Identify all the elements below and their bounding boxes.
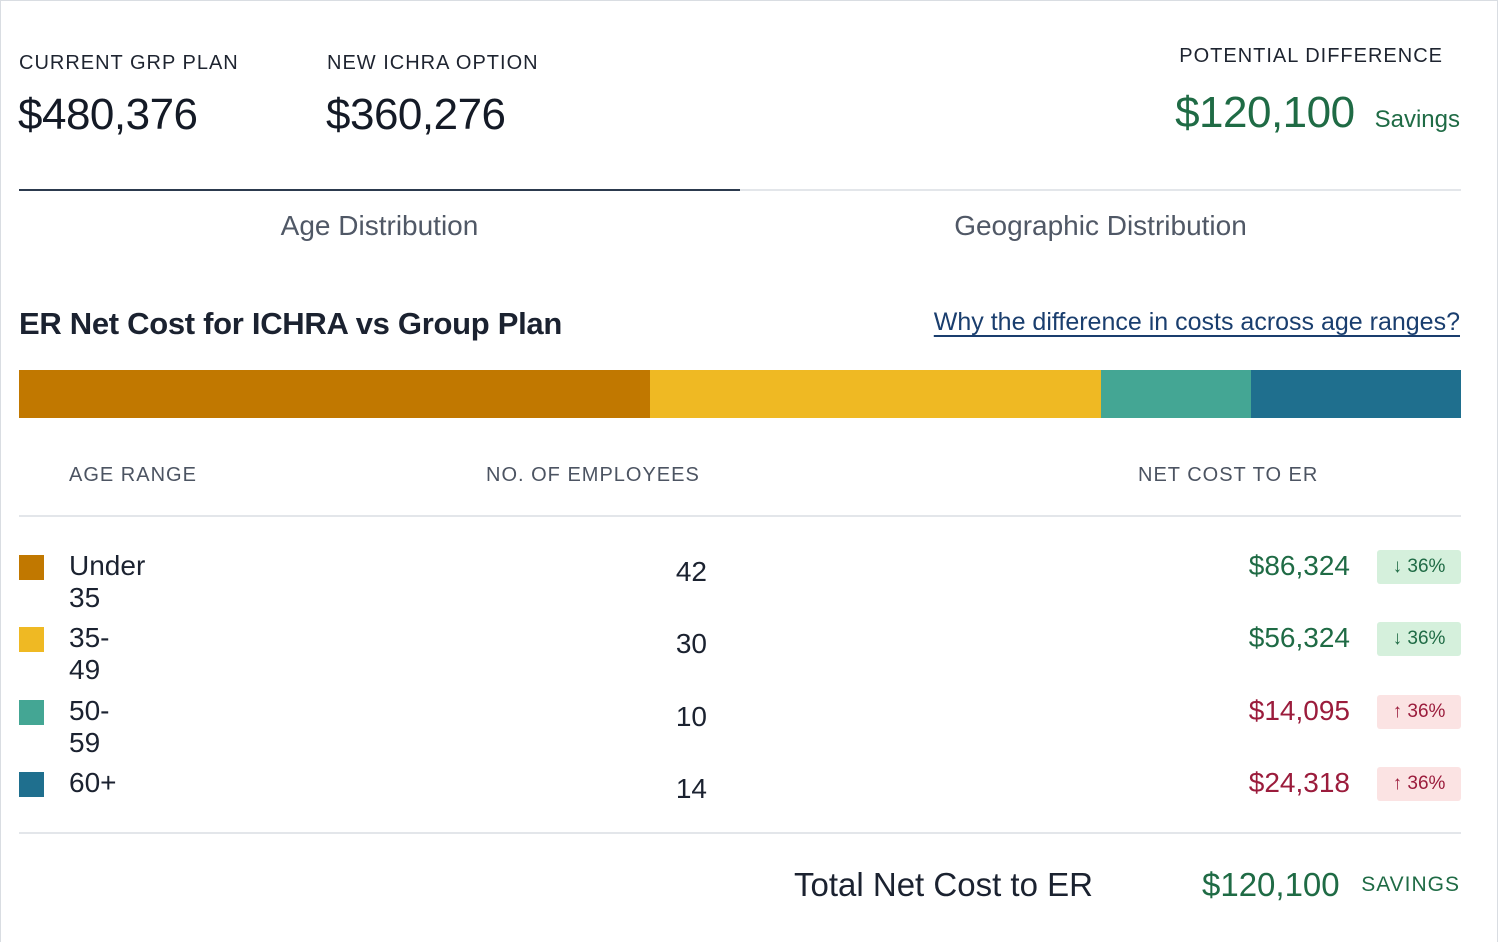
distribution-tabs: Age Distribution Geographic Distribution: [19, 189, 1461, 251]
new-option-label: NEW ICHRA OPTION: [327, 52, 539, 74]
bar-segment-under-35: [19, 370, 650, 418]
row-cost-60-plus: $24,318: [1248, 767, 1350, 798]
row-change-value: 36%: [1407, 628, 1446, 649]
potential-difference-group: $120,100 Savings: [1175, 88, 1460, 138]
row-age-35-49: 35-49: [69, 622, 110, 685]
row-cost-35-49: $56,324: [1248, 622, 1350, 653]
row-cost-50-59: $14,095: [1248, 695, 1350, 726]
arrow-up-icon: ↑: [1392, 773, 1403, 794]
header-employees: NO. OF EMPLOYEES: [486, 464, 700, 486]
row-employees-35-49: 30: [675, 628, 707, 659]
swatch-under-35: [19, 555, 44, 580]
swatch-35-49: [19, 627, 44, 652]
header-divider: [19, 515, 1461, 517]
cost-difference-help-link[interactable]: Why the difference in costs across age r…: [934, 308, 1460, 337]
row-employees-50-59: 10: [675, 701, 707, 732]
potential-difference-note: Savings: [1374, 106, 1460, 133]
total-divider: [19, 832, 1461, 834]
row-change-value: 36%: [1407, 773, 1446, 794]
total-value: $120,100: [1202, 866, 1340, 903]
row-change-value: 36%: [1407, 701, 1446, 722]
potential-difference-label: POTENTIAL DIFFERENCE: [1179, 45, 1443, 67]
row-employees-under-35: 42: [675, 556, 707, 587]
arrow-down-icon: ↓: [1392, 628, 1403, 649]
row-change-value: 36%: [1407, 556, 1446, 577]
bar-segment-35-49: [649, 370, 1101, 418]
row-employees-60-plus: 14: [675, 773, 707, 804]
section-title: ER Net Cost for ICHRA vs Group Plan: [19, 306, 562, 341]
row-change-badge-50-59: ↑ 36%: [1377, 695, 1461, 729]
arrow-down-icon: ↓: [1392, 556, 1403, 577]
row-age-under-35: Under 35: [69, 550, 146, 613]
current-plan-label: CURRENT GRP PLAN: [19, 52, 239, 74]
row-cost-under-35: $86,324: [1248, 550, 1350, 581]
age-distribution-bar: [19, 370, 1461, 418]
current-plan-value: $480,376: [18, 90, 198, 139]
tab-age-distribution[interactable]: Age Distribution: [19, 189, 740, 251]
row-age-60-plus: 60+: [69, 767, 117, 798]
tab-geographic-distribution[interactable]: Geographic Distribution: [740, 191, 1461, 251]
row-change-badge-under-35: ↓ 36%: [1377, 550, 1461, 584]
swatch-50-59: [19, 700, 44, 725]
header-net-cost: NET COST TO ER: [1138, 464, 1319, 486]
potential-difference-value: $120,100: [1175, 88, 1355, 137]
total-label: Total Net Cost to ER: [794, 866, 1093, 903]
swatch-60-plus: [19, 772, 44, 797]
new-option-value: $360,276: [326, 90, 506, 139]
header-age-range: AGE RANGE: [69, 464, 197, 486]
arrow-up-icon: ↑: [1392, 701, 1403, 722]
row-change-badge-35-49: ↓ 36%: [1377, 622, 1461, 656]
total-savings-note: SAVINGS: [1361, 873, 1460, 896]
bar-segment-50-59: [1100, 370, 1251, 418]
bar-segment-60-: [1250, 370, 1461, 418]
row-age-50-59: 50-59: [69, 695, 110, 758]
row-change-badge-60-plus: ↑ 36%: [1377, 767, 1461, 801]
